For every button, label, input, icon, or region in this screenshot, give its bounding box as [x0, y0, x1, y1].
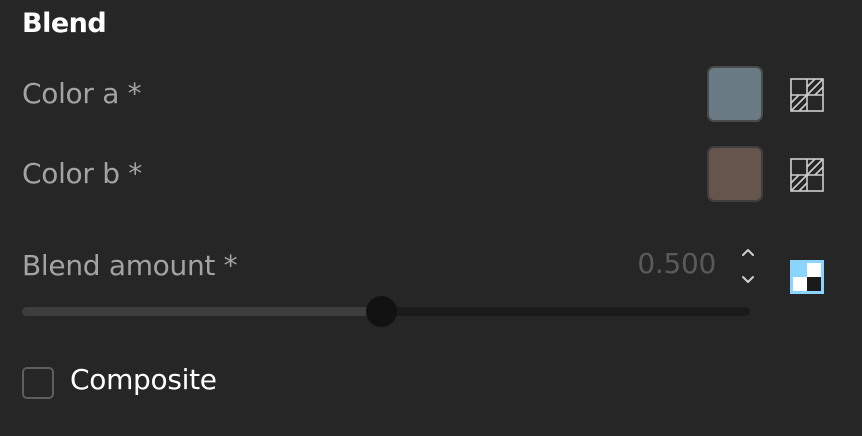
color-a-connect-icon[interactable] — [789, 77, 825, 113]
slider-fill — [22, 307, 381, 316]
blend-amount-value[interactable]: 0.500 — [637, 247, 716, 280]
blend-amount-connected-icon[interactable] — [789, 259, 825, 295]
composite-label[interactable]: Composite — [70, 363, 217, 396]
blend-amount-label: Blend amount * — [22, 249, 238, 282]
chevron-up-icon[interactable] — [738, 242, 758, 262]
chevron-down-icon[interactable] — [738, 270, 758, 290]
color-a-label: Color a * — [22, 77, 142, 110]
blend-panel: Blend Color a * Color b * Blend amount *… — [0, 0, 862, 436]
color-b-label: Color b * — [22, 157, 142, 190]
panel-title: Blend — [22, 8, 107, 39]
color-b-connect-icon[interactable] — [789, 157, 825, 193]
composite-checkbox[interactable] — [22, 367, 54, 399]
blend-amount-slider[interactable] — [22, 296, 750, 327]
color-a-swatch[interactable] — [707, 66, 763, 122]
color-b-swatch[interactable] — [707, 146, 763, 202]
slider-thumb[interactable] — [366, 296, 397, 327]
